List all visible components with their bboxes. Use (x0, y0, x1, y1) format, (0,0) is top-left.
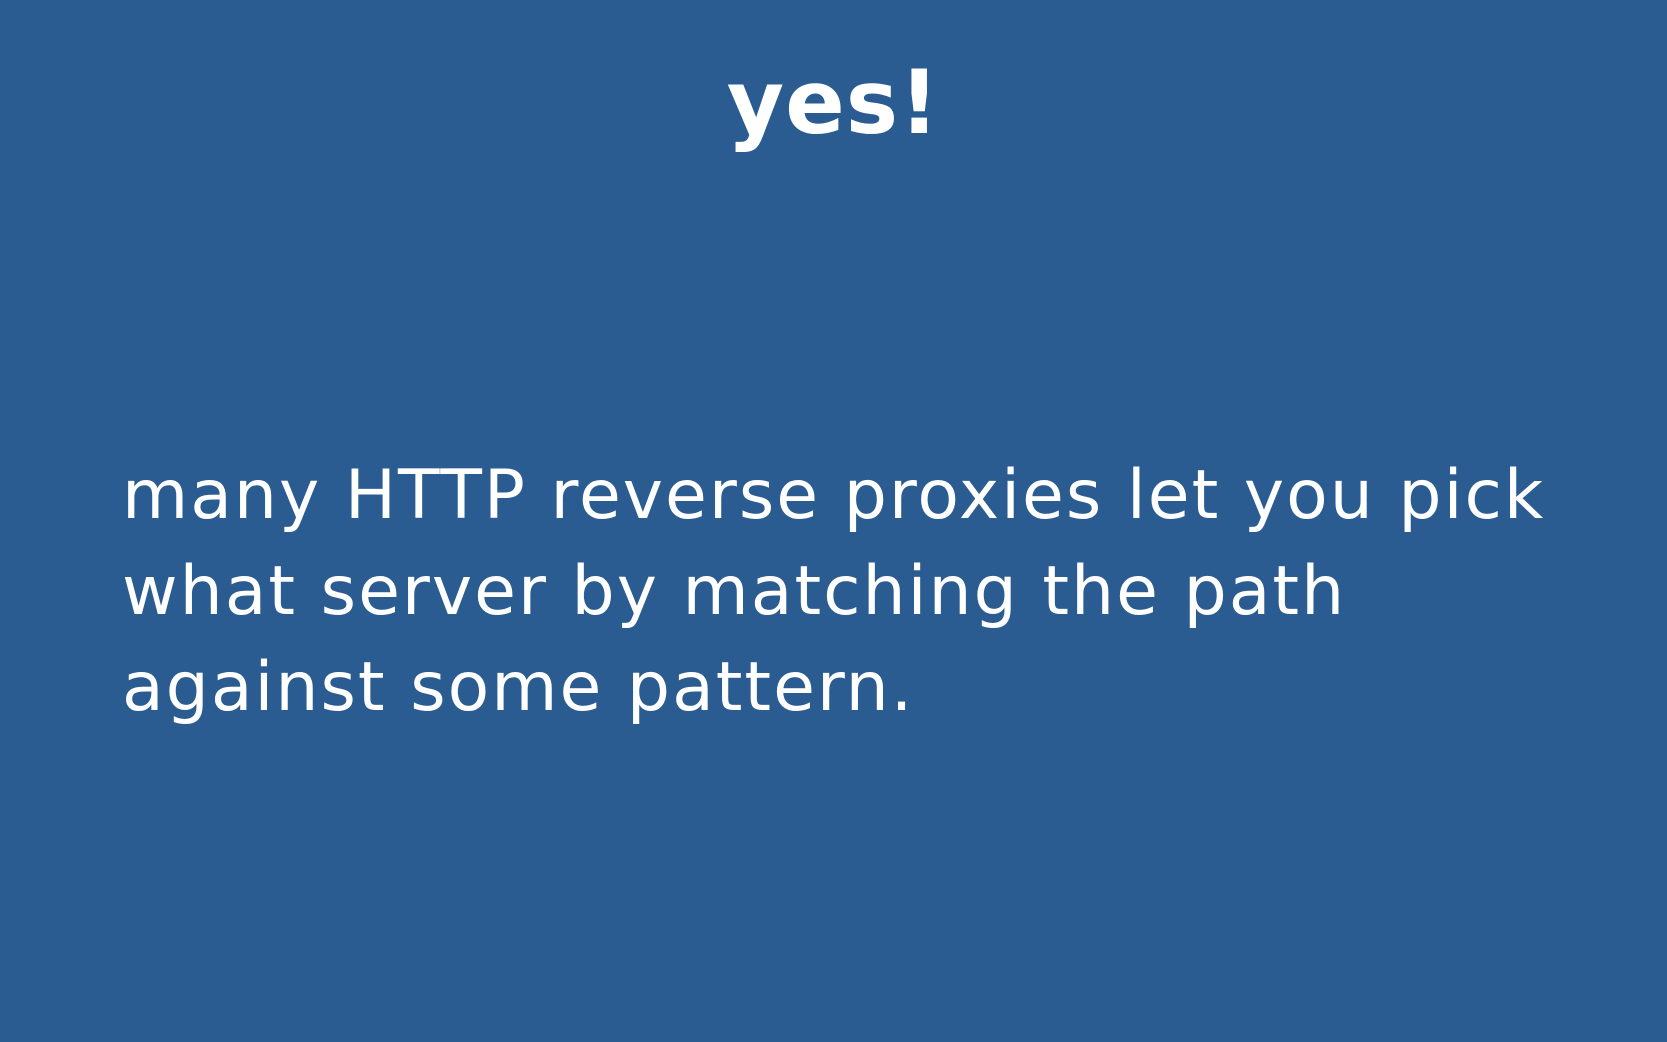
slide-body-text: many HTTP reverse proxies let you pick w… (122, 456, 1546, 727)
slide: yes! many HTTP reverse proxies let you p… (0, 0, 1667, 1042)
slide-title: yes! (726, 51, 941, 154)
